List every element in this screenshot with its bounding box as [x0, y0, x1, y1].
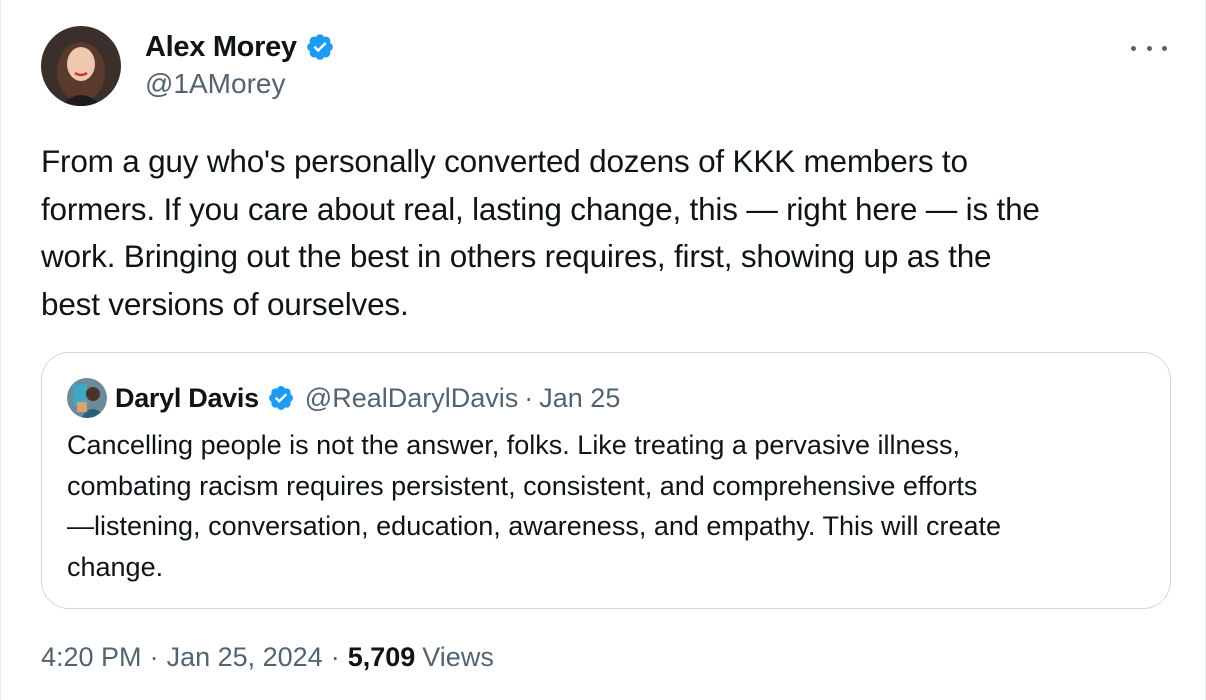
more-horizontal-icon — [1131, 45, 1136, 51]
author-info: Alex Morey @1AMorey — [145, 28, 335, 100]
more-options-button[interactable] — [1131, 38, 1167, 58]
more-horizontal-icon-dot — [1162, 45, 1167, 51]
more-horizontal-icon-dot — [1146, 45, 1152, 51]
quoted-author-name: Daryl Davis — [115, 382, 259, 413]
quoted-tweet-text: Cancelling people is not the answer, fol… — [67, 430, 1001, 582]
quoted-author-avatar[interactable] — [67, 378, 107, 418]
author-name-row: Alex Morey — [145, 28, 335, 66]
quoted-separator: · — [524, 382, 534, 413]
tweet-card: Alex Morey @1AMorey From a guy who's per… — [0, 0, 1206, 700]
author-name[interactable]: Alex Morey — [145, 31, 297, 64]
author-avatar[interactable] — [41, 26, 121, 106]
meta-separator: · — [149, 642, 159, 672]
tweet-text: From a guy who's personally converted do… — [41, 143, 1040, 322]
meta-separator: · — [330, 642, 340, 672]
quoted-tweet-header: Daryl Davis @RealDarylDavis · Jan 25 — [67, 377, 620, 419]
verified-badge-icon — [306, 34, 333, 60]
tweet-date[interactable]: Jan 25, 2024 — [167, 642, 323, 673]
tweet-metadata: 4:20 PM · Jan 25, 2024 · 5,709 Views — [41, 642, 494, 673]
views-count: 5,709 — [347, 642, 416, 672]
quoted-date: Jan 25 — [539, 382, 621, 413]
views-label: Views — [422, 642, 494, 672]
tweet-time[interactable]: 4:20 PM — [41, 642, 142, 673]
verified-badge-icon — [268, 386, 293, 410]
quoted-author-handle: @RealDarylDavis — [304, 382, 519, 413]
quoted-tweet[interactable]: Daryl Davis @RealDarylDavis · Jan 25 Can… — [41, 352, 1171, 609]
author-handle[interactable]: @1AMorey — [145, 68, 335, 100]
